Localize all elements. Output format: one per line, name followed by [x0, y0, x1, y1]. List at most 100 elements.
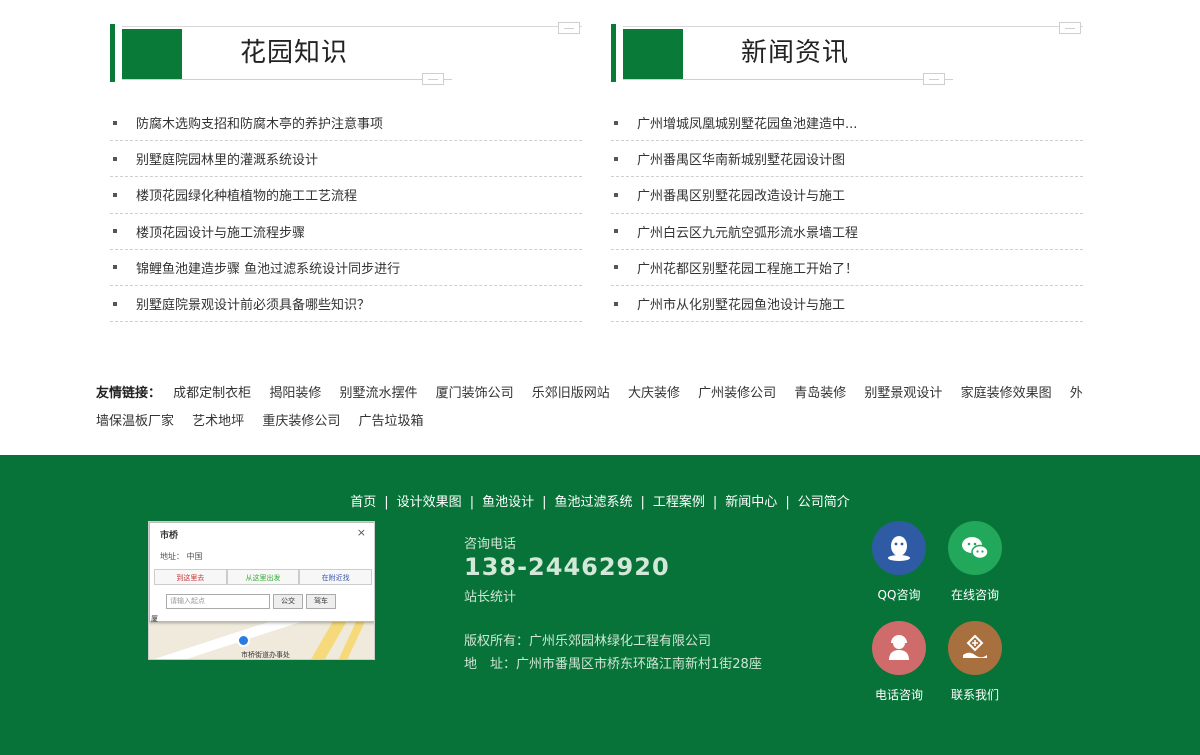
- footer-nav-news[interactable]: 新闻中心: [725, 495, 777, 510]
- map-info-popup: 市桥 × 地址： 中国 到这里去 从这里出发 在附近找 请输入起点 公交 驾车: [149, 522, 374, 622]
- friend-link[interactable]: 乐郊旧版网站: [532, 386, 610, 401]
- nav-separator: |: [785, 495, 790, 510]
- header-line: [122, 79, 452, 80]
- footer-nav-fishpond[interactable]: 鱼池设计: [482, 495, 534, 510]
- panel-header: 新闻资讯: [611, 22, 1083, 85]
- list-item[interactable]: 广州增城凤凰城别墅花园鱼池建造中...: [611, 105, 1083, 142]
- map-label: 厦: [151, 615, 158, 623]
- article-link[interactable]: 广州白云区九元航空弧形流水景墙工程: [637, 222, 858, 241]
- article-link[interactable]: 别墅庭院景观设计前必须具备哪些知识？: [136, 294, 370, 313]
- qq-consult-button[interactable]: QQ咨询: [859, 521, 939, 603]
- list-item[interactable]: 广州市从化别墅花园鱼池设计与施工: [611, 286, 1083, 323]
- footer-nav-filter[interactable]: 鱼池过滤系统: [554, 495, 632, 510]
- list-item[interactable]: 广州白云区九元航空弧形流水景墙工程: [611, 214, 1083, 250]
- list-item[interactable]: 楼顶花园设计与施工流程步骤: [110, 214, 582, 250]
- tab-route-from[interactable]: 从这里出发: [226, 569, 300, 584]
- header-tab-decor: [923, 73, 945, 85]
- friend-link[interactable]: 成都定制衣柜: [173, 386, 251, 401]
- header-accent-bar: [611, 24, 616, 82]
- article-link[interactable]: 广州番禺区华南新城别墅花园设计图: [637, 149, 845, 168]
- header-accent-bar: [110, 24, 115, 82]
- article-link[interactable]: 广州市从化别墅花园鱼池设计与施工: [637, 294, 845, 313]
- contact-us-button[interactable]: 联系我们: [935, 621, 1015, 703]
- article-link[interactable]: 楼顶花园设计与施工流程步骤: [136, 222, 305, 241]
- footer-nav: 首页 | 设计效果图 | 鱼池设计 | 鱼池过滤系统 | 工程案例 | 新闻中心 | 公司简介: [0, 491, 1200, 510]
- handshake-icon: [948, 621, 1002, 675]
- article-link[interactable]: 广州花都区别墅花园工程施工开始了！: [637, 258, 858, 277]
- bullet-icon: [614, 192, 618, 197]
- friend-link[interactable]: 重庆装修公司: [262, 414, 340, 429]
- footer-nav-cases[interactable]: 工程案例: [653, 495, 705, 510]
- list-item[interactable]: 广州花都区别墅花园工程施工开始了！: [611, 250, 1083, 286]
- friend-link[interactable]: 广州装修公司: [698, 386, 776, 401]
- list-item[interactable]: 广州番禺区别墅花园改造设计与施工: [611, 177, 1083, 214]
- close-icon[interactable]: ×: [357, 526, 366, 539]
- list-item[interactable]: 别墅庭院景观设计前必须具备哪些知识？: [110, 286, 582, 323]
- map-pin-label: 市桥街道办事处: [241, 651, 290, 659]
- header-tab-decor: [422, 73, 444, 85]
- nav-separator: |: [384, 495, 389, 510]
- friend-link[interactable]: 别墅景观设计: [864, 386, 942, 401]
- footer-nav-about[interactable]: 公司简介: [798, 495, 850, 510]
- phone-consult-button[interactable]: 电话咨询: [859, 621, 939, 703]
- wechat-icon: [948, 521, 1002, 575]
- list-item[interactable]: 防腐木选购支招和防腐木亭的养护注意事项: [110, 105, 582, 142]
- contact-us-label: 联系我们: [950, 688, 999, 702]
- header-line: [122, 26, 582, 27]
- tab-route-to[interactable]: 到这里去: [154, 569, 227, 584]
- bullet-icon: [113, 192, 117, 197]
- qq-consult-label: QQ咨询: [877, 588, 921, 602]
- panel-title[interactable]: 花园知识: [240, 32, 348, 69]
- map-pin-icon[interactable]: [237, 634, 250, 647]
- list-item[interactable]: 锦鲤鱼池建造步骤 鱼池过滤系统设计同步进行: [110, 250, 582, 286]
- bullet-icon: [113, 265, 117, 270]
- list-item[interactable]: 楼顶花园绿化种植植物的施工工艺流程: [110, 177, 582, 214]
- article-link[interactable]: 防腐木选购支招和防腐木亭的养护注意事项: [136, 113, 383, 132]
- friend-link[interactable]: 家庭装修效果图: [961, 386, 1052, 401]
- wechat-consult-label: 在线咨询: [950, 588, 999, 602]
- panel-title[interactable]: 新闻资讯: [741, 32, 849, 69]
- friend-link[interactable]: 广告垃圾箱: [358, 414, 423, 429]
- site-footer: 首页 | 设计效果图 | 鱼池设计 | 鱼池过滤系统 | 工程案例 | 新闻中心 | 公司简介 市桥 ×…: [0, 455, 1200, 755]
- article-link[interactable]: 广州番禺区别墅花园改造设计与施工: [637, 185, 845, 204]
- tab-nearby[interactable]: 在附近找: [299, 569, 373, 584]
- friend-link[interactable]: 厦门装饰公司: [436, 386, 514, 401]
- header-green-block: [623, 29, 683, 79]
- location-map[interactable]: 市桥 × 地址： 中国 到这里去 从这里出发 在附近找 请输入起点 公交 驾车 …: [148, 521, 375, 660]
- friend-link[interactable]: 揭阳装修: [269, 386, 321, 401]
- list-item[interactable]: 广州番禺区华南新城别墅花园设计图: [611, 141, 1083, 178]
- list-item[interactable]: 别墅庭院园林里的灌溉系统设计: [110, 141, 582, 178]
- news-panel: 新闻资讯 广州增城凤凰城别墅花园鱼池建造中... 广州番禺区华南新城别墅花园设计…: [611, 22, 1083, 323]
- consult-phone-label: 咨询电话: [464, 537, 517, 552]
- header-tab-decor: [1059, 22, 1081, 34]
- friend-link[interactable]: 艺术地坪: [192, 414, 244, 429]
- nav-separator: |: [469, 495, 475, 510]
- bullet-icon: [113, 301, 117, 306]
- article-link[interactable]: 别墅庭院园林里的灌溉系统设计: [136, 149, 318, 168]
- wechat-consult-button[interactable]: 在线咨询: [935, 521, 1015, 603]
- phone-consult-label: 电话咨询: [874, 688, 923, 702]
- qq-icon: [872, 521, 926, 575]
- friend-link[interactable]: 别墅流水摆件: [339, 386, 417, 401]
- panel-header: 花园知识: [110, 22, 582, 85]
- article-link[interactable]: 广州增城凤凰城别墅花园鱼池建造中...: [637, 113, 857, 132]
- footer-nav-home[interactable]: 首页: [350, 495, 376, 510]
- bullet-icon: [614, 156, 618, 161]
- consult-phone-number: 138-24462920: [464, 553, 670, 581]
- copyright-text: 版权所有：广州乐郊园林绿化工程有限公司: [464, 634, 712, 649]
- bullet-icon: [614, 120, 618, 125]
- page: 花园知识 防腐木选购支招和防腐木亭的养护注意事项 别墅庭院园林里的灌溉系统设计 …: [0, 0, 1200, 755]
- friend-link[interactable]: 青岛装修: [794, 386, 846, 401]
- friendly-links: 友情链接： 成都定制衣柜 揭阳装修 别墅流水摆件 厦门装饰公司 乐郊旧版网站 大…: [96, 380, 1091, 436]
- article-link[interactable]: 锦鲤鱼池建造步骤 鱼池过滤系统设计同步进行: [136, 258, 400, 277]
- article-link[interactable]: 楼顶花园绿化种植植物的施工工艺流程: [136, 185, 357, 204]
- header-line: [623, 26, 1083, 27]
- footer-nav-design[interactable]: 设计效果图: [397, 495, 462, 510]
- friend-link[interactable]: 大庆装修: [628, 386, 680, 401]
- site-stats-link[interactable]: 站长统计: [464, 586, 516, 605]
- drive-button[interactable]: 驾车: [306, 594, 336, 609]
- route-start-input[interactable]: 请输入起点: [166, 594, 270, 609]
- bus-button[interactable]: 公交: [273, 594, 303, 609]
- garden-knowledge-panel: 花园知识 防腐木选购支招和防腐木亭的养护注意事项 别墅庭院园林里的灌溉系统设计 …: [110, 22, 582, 323]
- map-popup-address: 地址： 中国: [160, 552, 203, 561]
